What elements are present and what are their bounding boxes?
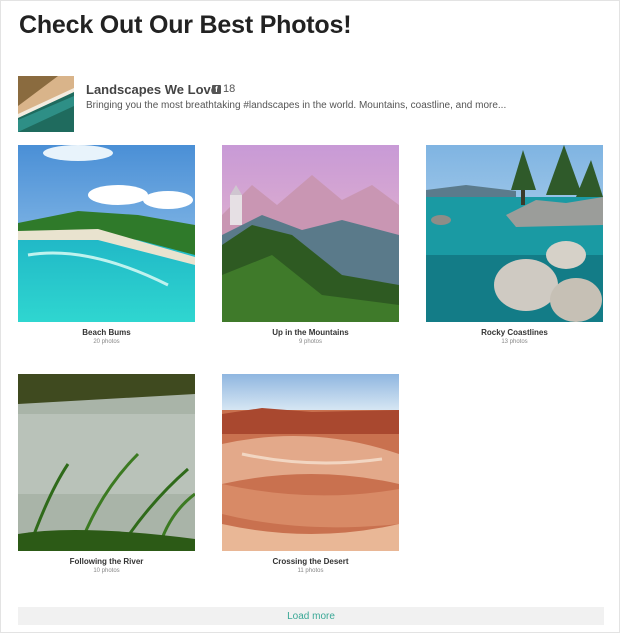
album-card[interactable]: Crossing the Desert 11 photos xyxy=(222,374,399,574)
profile-description: Bringing you the most breathtaking #land… xyxy=(86,100,507,111)
album-photo-count: 10 photos xyxy=(93,568,120,574)
facebook-count-value: 18 xyxy=(223,83,236,95)
album-card[interactable]: Beach Bums 20 photos xyxy=(18,145,195,345)
album-card[interactable]: Following the River 10 photos xyxy=(18,374,195,574)
album-name[interactable]: Beach Bums xyxy=(18,328,195,337)
album-thumbnail[interactable] xyxy=(426,145,603,322)
album-name[interactable]: Following the River xyxy=(18,557,195,566)
profile-name[interactable]: Landscapes We Love xyxy=(86,82,218,97)
album-card[interactable]: Up in the Mountains 9 photos xyxy=(222,145,399,345)
album-name[interactable]: Up in the Mountains xyxy=(222,328,399,337)
profile-header: Landscapes We Love f 18 Bringing you the… xyxy=(18,76,598,132)
album-thumbnail[interactable] xyxy=(18,145,195,322)
album-photo-count: 20 photos xyxy=(93,339,120,345)
load-more-button[interactable]: Load more xyxy=(18,607,604,625)
album-thumbnail[interactable] xyxy=(18,374,195,551)
album-photo-count: 11 photos xyxy=(297,568,324,574)
album-thumbnail[interactable] xyxy=(222,145,399,322)
photo-gallery-page: Check Out Our Best Photos! Landscapes We… xyxy=(0,0,620,633)
album-name[interactable]: Rocky Coastlines xyxy=(426,328,603,337)
album-photo-count: 9 photos xyxy=(298,339,323,345)
page-title: Check Out Our Best Photos! xyxy=(19,11,352,39)
facebook-count: f 18 xyxy=(212,83,235,95)
album-name[interactable]: Crossing the Desert xyxy=(222,557,399,566)
album-thumbnail[interactable] xyxy=(222,374,399,551)
facebook-icon: f xyxy=(212,84,221,94)
album-card[interactable]: Rocky Coastlines 13 photos xyxy=(426,145,603,345)
profile-avatar[interactable] xyxy=(18,76,74,132)
album-photo-count: 13 photos xyxy=(501,339,528,345)
